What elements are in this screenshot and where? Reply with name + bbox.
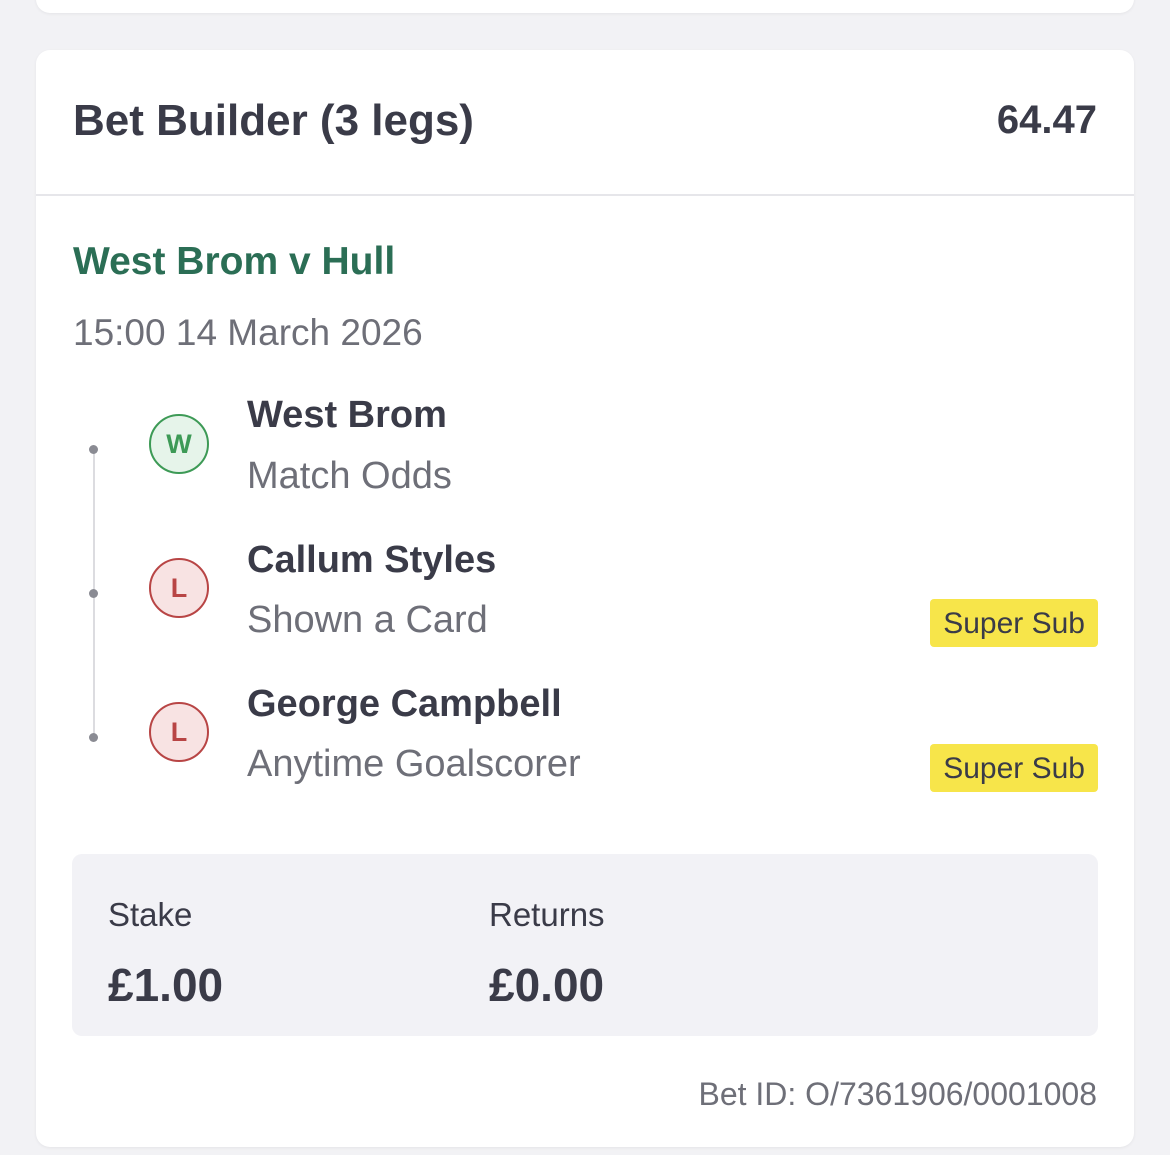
bet-id: Bet ID: O/7361906/0001008 xyxy=(698,1076,1097,1112)
win-badge-icon: W xyxy=(149,414,209,474)
leg-market: Anytime Goalscorer xyxy=(247,743,581,785)
bet-card: Bet Builder (3 legs) 64.47 West Brom v H… xyxy=(36,50,1134,1147)
stake-label: Stake xyxy=(108,896,193,933)
event-time: 15:00 14 March 2026 xyxy=(73,312,423,353)
leg-selection: George Campbell xyxy=(247,683,562,725)
stake-value: £1.00 xyxy=(108,959,224,1011)
returns-label: Returns xyxy=(489,896,605,933)
timeline-dot xyxy=(89,589,98,598)
returns-value: £0.00 xyxy=(489,959,605,1011)
loss-badge-icon: L xyxy=(149,702,209,762)
bet-card-header[interactable]: Bet Builder (3 legs) 64.47 xyxy=(36,50,1134,196)
event-name: West Brom v Hull xyxy=(73,240,396,283)
super-sub-badge: Super Sub xyxy=(930,599,1098,647)
leg-market: Match Odds xyxy=(247,455,452,497)
timeline-dot xyxy=(89,733,98,742)
previous-bet-card xyxy=(36,0,1134,13)
leg-selection: Callum Styles xyxy=(247,539,497,581)
leg-market: Shown a Card xyxy=(247,599,488,641)
bet-title: Bet Builder (3 legs) xyxy=(73,96,474,145)
stake-returns-panel: Stake £1.00 Returns £0.00 xyxy=(72,854,1098,1036)
timeline-dot xyxy=(89,445,98,454)
leg-selection: West Brom xyxy=(247,394,447,436)
bet-odds: 64.47 xyxy=(996,98,1097,142)
super-sub-badge: Super Sub xyxy=(930,744,1098,792)
loss-badge-icon: L xyxy=(149,558,209,618)
